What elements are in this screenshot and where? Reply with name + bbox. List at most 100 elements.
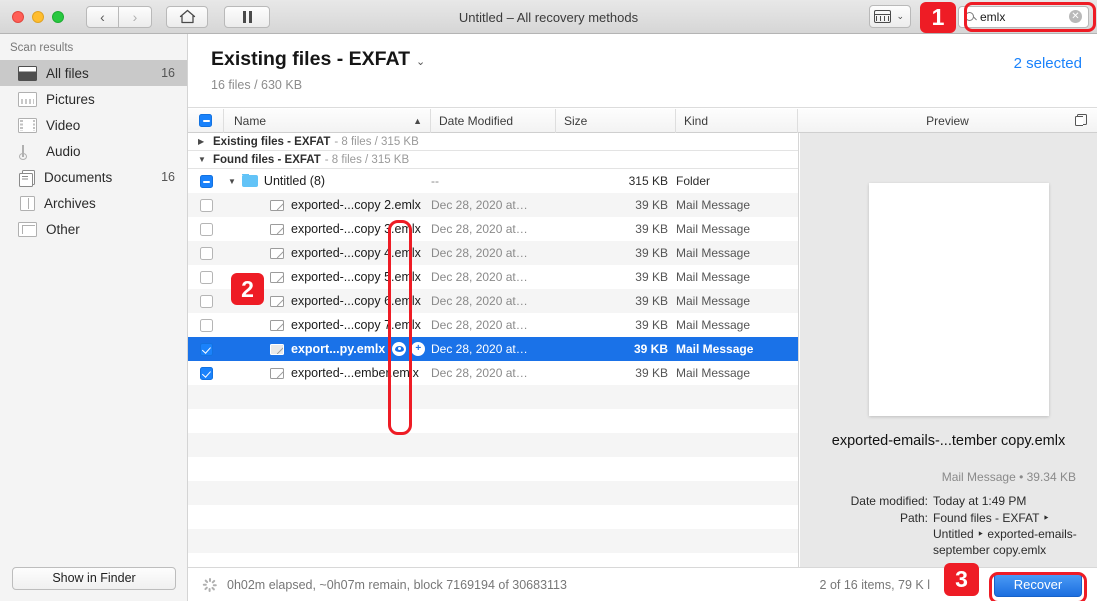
column-header-size[interactable]: Size (556, 108, 676, 133)
zoom-button[interactable] (52, 10, 64, 23)
disclosure-triangle-icon[interactable]: ▶ (198, 137, 206, 146)
row-name: export...py.emlx (291, 342, 386, 356)
table-row[interactable]: exported-...copy 2.emlx Dec 28, 2020 at…… (188, 193, 798, 217)
row-checkbox[interactable] (199, 198, 213, 212)
row-name-cell: exported-...copy 7.emlx (224, 318, 431, 332)
row-kind: Mail Message (676, 294, 751, 308)
forward-button[interactable]: › (119, 5, 152, 28)
sidebar-item-archives[interactable]: Archives (0, 190, 187, 216)
file-list[interactable]: ▶ Existing files - EXFAT - 8 files / 315… (188, 133, 799, 567)
row-name: Untitled (8) (263, 174, 326, 188)
column-header-date-modified[interactable]: Date Modified (431, 108, 556, 133)
back-button[interactable]: ‹ (86, 5, 119, 28)
column-header-preview: Preview (798, 109, 1097, 133)
table-row[interactable]: exported-...ember.emlx Dec 28, 2020 at… … (188, 361, 798, 385)
minimize-button[interactable] (32, 10, 44, 23)
group-row-found-files[interactable]: ▼ Found files - EXFAT - 8 files / 315 KB (188, 151, 798, 169)
content-area: Existing files - EXFAT ⌄ 16 files / 630 … (188, 34, 1097, 601)
sidebar-item-other[interactable]: Other (0, 216, 187, 242)
row-checkbox[interactable] (199, 246, 213, 260)
clear-search-icon[interactable]: ✕ (1069, 10, 1082, 23)
table-row-folder[interactable]: ▼ Untitled (8) -- 315 KB Folder (188, 169, 798, 193)
sidebar-item-label: Documents (44, 169, 113, 185)
sidebar-item-audio[interactable]: Audio (0, 138, 187, 164)
preview-eye-icon[interactable] (392, 342, 407, 356)
table-row[interactable]: exported-...copy 7.emlx Dec 28, 2020 at…… (188, 313, 798, 337)
row-checkbox-cell[interactable] (188, 222, 224, 236)
row-name-cell: export...py.emlx + (224, 342, 431, 356)
row-kind: Folder (676, 174, 711, 188)
row-checkbox[interactable] (199, 174, 213, 188)
table-row[interactable]: exported-...copy 6.emlx Dec 28, 2020 at…… (188, 289, 798, 313)
empty-row (188, 529, 798, 553)
sidebar-item-video[interactable]: Video (0, 112, 187, 138)
all-files-icon (18, 65, 37, 81)
row-size: 315 KB (628, 174, 668, 188)
show-in-finder-button[interactable]: Show in Finder (12, 566, 176, 590)
home-button[interactable] (166, 5, 208, 28)
preview-detail-path: Path: Found files - EXFAT ‣ Untitled ‣ e… (810, 510, 1089, 558)
search-field[interactable]: emlx ✕ (958, 5, 1089, 28)
recover-button[interactable]: Recover (994, 572, 1082, 597)
disclosure-triangle-icon[interactable]: ▼ (228, 177, 236, 186)
selected-count-link[interactable]: 2 selected (1014, 55, 1082, 72)
sidebar-item-pictures[interactable]: Pictures (0, 86, 187, 112)
mail-message-icon (270, 319, 284, 331)
row-date: Dec 28, 2020 at… (431, 318, 528, 332)
row-kind: Mail Message (676, 366, 751, 380)
row-checkbox-cell[interactable] (188, 294, 224, 308)
table-row[interactable]: exported-...copy 3.emlx Dec 28, 2020 at…… (188, 217, 798, 241)
row-checkbox-cell[interactable] (188, 270, 224, 284)
row-name: exported-...copy 4.emlx (291, 246, 421, 260)
sidebar-item-documents[interactable]: Documents 16 (0, 164, 187, 190)
row-checkbox-cell[interactable] (188, 174, 224, 188)
select-all-header[interactable] (188, 108, 224, 133)
content-header: Existing files - EXFAT ⌄ 16 files / 630 … (188, 34, 1097, 108)
disclosure-triangle-icon[interactable]: ▼ (198, 155, 206, 164)
view-switcher[interactable]: ⌄ (869, 5, 911, 28)
row-checkbox-cell[interactable] (188, 366, 224, 380)
table-row[interactable]: exported-...copy 4.emlx Dec 28, 2020 at…… (188, 241, 798, 265)
table-header: Name ▲ Date Modified Size Kind Preview (188, 108, 1097, 133)
table-row[interactable]: exported-...copy 5.emlx Dec 28, 2020 at…… (188, 265, 798, 289)
preview-detail-key: Date modified: (850, 494, 928, 508)
row-kind: Mail Message (676, 342, 754, 356)
row-checkbox[interactable] (199, 270, 213, 284)
row-checkbox-cell[interactable] (188, 318, 224, 332)
row-checkbox-cell[interactable] (188, 246, 224, 260)
row-checkbox[interactable] (199, 366, 213, 380)
row-date: Dec 28, 2020 at… (431, 246, 528, 260)
row-size: 39 KB (635, 366, 668, 380)
add-icon[interactable]: + (411, 342, 426, 356)
search-input[interactable]: emlx (980, 10, 1069, 24)
row-checkbox-cell[interactable] (188, 342, 224, 356)
sidebar-item-all-files[interactable]: All files 16 (0, 60, 187, 86)
sidebar-item-count: 16 (161, 170, 175, 184)
select-all-checkbox[interactable] (199, 114, 212, 127)
column-header-kind[interactable]: Kind (676, 108, 798, 133)
row-checkbox-cell[interactable] (188, 198, 224, 212)
documents-icon (19, 169, 35, 187)
close-button[interactable] (12, 10, 24, 23)
group-row-existing-files[interactable]: ▶ Existing files - EXFAT - 8 files / 315… (188, 133, 798, 151)
progress-spinner-icon (202, 577, 217, 592)
video-icon (18, 117, 37, 133)
row-checkbox[interactable] (199, 222, 213, 236)
sidebar-item-label: All files (46, 65, 89, 81)
sidebar-footer: Show in Finder (0, 555, 188, 601)
row-kind: Mail Message (676, 270, 751, 284)
row-actions: + (392, 342, 426, 356)
table-row-selected[interactable]: export...py.emlx + Dec 28, 2020 at… 39 K… (188, 337, 798, 361)
column-header-name[interactable]: Name ▲ (224, 108, 431, 133)
row-checkbox[interactable] (199, 318, 213, 332)
chevron-down-icon[interactable]: ⌄ (416, 55, 425, 68)
copy-icon[interactable] (1074, 113, 1087, 126)
empty-row (188, 457, 798, 481)
row-checkbox[interactable] (199, 294, 213, 308)
group-name: Found files - EXFAT (213, 153, 321, 166)
row-checkbox[interactable] (199, 342, 213, 356)
page-title-text: Existing files - EXFAT (211, 48, 411, 70)
archives-icon (20, 195, 35, 211)
pause-button[interactable] (224, 5, 270, 28)
page-title[interactable]: Existing files - EXFAT ⌄ (211, 48, 425, 71)
